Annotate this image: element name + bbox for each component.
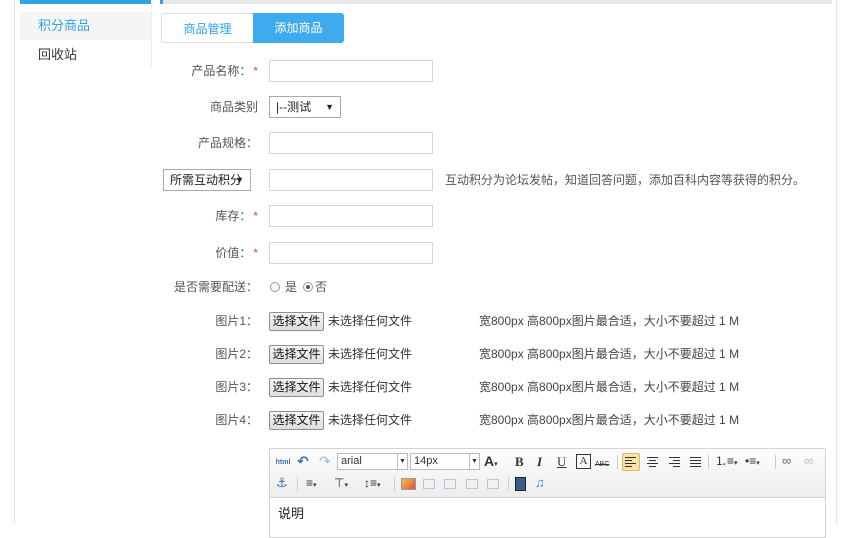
toolbar-separator [708,455,709,469]
strikethrough-icon[interactable]: ABC [595,457,609,473]
picture-4-status: 未选择任何文件 [328,413,413,427]
product-name-label: 产品名称： * [191,64,258,78]
music-icon[interactable]: ♫ [535,475,545,491]
unordered-list-icon[interactable]: •≡▾ [745,453,760,472]
picture-1-choose-button[interactable]: 选择文件 [269,312,324,331]
picture-3-label: 图片3： [215,380,258,394]
picture-4-label: 图片4： [215,413,258,427]
font-family-value: arial [341,455,362,467]
picture-3-choose-button[interactable]: 选择文件 [269,378,324,397]
toolbar-separator [617,455,618,469]
paragraph-spacing-icon[interactable]: ⊤▾ [334,475,348,494]
value-label: 价值： * [215,246,258,260]
sidebar: 积分商品 回收站 [20,0,152,68]
frame-right-border [836,0,837,524]
indent-icon[interactable]: ≡▾ [306,475,317,494]
image-float-right-icon[interactable] [466,479,478,489]
delivery-yes-radio[interactable] [270,282,280,292]
anchor-icon[interactable]: ⚓ [276,475,288,491]
frame-left-border [14,0,15,524]
font-size-value: 14px [414,455,438,467]
image-icon[interactable] [401,478,416,490]
editor-toolbar: html ↶ ↷ arial ▼ 14px ▼ A▾ B I U A ABC ⒈… [270,449,825,498]
rich-text-editor: html ↶ ↷ arial ▼ 14px ▼ A▾ B I U A ABC ⒈… [269,448,826,538]
toolbar-separator [775,455,776,469]
tab-add-product[interactable]: 添加商品 [253,13,344,43]
ordered-list-icon[interactable]: ⒈≡▾ [715,453,738,472]
picture-2-hint: 宽800px 高800px图片最合适，大小不要超过 1 M [479,347,740,361]
line-height-icon[interactable]: ↕≡▾ [364,475,381,494]
bold-icon[interactable]: B [515,454,524,470]
picture-4-choose-button[interactable]: 选择文件 [269,411,324,430]
delivery-label: 是否需要配送： [173,280,258,294]
required-mark: * [253,209,258,223]
picture-1-label: 图片1： [215,314,258,328]
category-select-value: |--测试 [276,100,312,114]
picture-3-hint: 宽800px 高800px图片最合适，大小不要超过 1 M [479,380,740,394]
picture-2-label: 图片2： [215,347,258,361]
picture-2-choose-button[interactable]: 选择文件 [269,345,324,364]
picture-1-status: 未选择任何文件 [328,314,413,328]
video-icon[interactable] [515,477,526,491]
chevron-down-icon: ▼ [235,175,244,185]
italic-icon[interactable]: I [537,454,542,470]
font-size-select[interactable]: 14px ▼ [410,453,480,470]
html-source-icon[interactable]: html [275,455,291,471]
unlink-icon[interactable]: ∞ [804,453,813,469]
sidebar-item-points-products[interactable]: 积分商品 [20,12,151,40]
spec-input[interactable] [269,132,433,154]
points-type-select[interactable]: 所需互动积分 ▼ [163,169,251,191]
image-center-icon[interactable] [487,479,499,489]
align-right-icon[interactable] [669,457,680,471]
undo-icon[interactable]: ↶ [297,453,309,469]
picture-4-hint: 宽800px 高800px图片最合适，大小不要超过 1 M [479,413,740,427]
picture-1-hint: 宽800px 高800px图片最合适，大小不要超过 1 M [479,314,740,328]
delivery-no-label: 否 [315,280,328,294]
picture-2-status: 未选择任何文件 [328,347,413,361]
tab-product-management[interactable]: 商品管理 [161,13,253,43]
underline-icon[interactable]: U [557,454,566,470]
stock-input[interactable] [269,205,433,227]
align-center-icon[interactable] [647,457,658,471]
font-size-adjust-icon[interactable]: A▾ [484,453,498,473]
image-float-none-icon[interactable] [423,479,435,489]
delivery-yes-label: 是 [285,280,298,294]
points-input[interactable] [269,169,433,191]
toolbar-separator [508,477,509,491]
picture-3-status: 未选择任何文件 [328,380,413,394]
chevron-down-icon: ▼ [397,454,407,469]
category-label: 商品类别 [209,100,258,114]
stock-label: 库存： * [215,209,258,223]
font-color-icon[interactable]: A [576,454,591,469]
sidebar-item-recycle-bin[interactable]: 回收站 [20,41,151,69]
main-header-bar [160,0,832,4]
points-type-value: 所需互动积分 [170,173,243,187]
align-justify-icon[interactable] [690,457,701,471]
chevron-down-icon: ▼ [469,454,479,469]
delivery-no-radio[interactable] [303,282,313,292]
chevron-down-icon: ▼ [325,102,334,112]
image-float-left-icon[interactable] [444,479,456,489]
points-hint: 互动积分为论坛发帖，知道回答问题，添加百科内容等获得的积分。 [445,173,806,187]
sidebar-accent-bar [20,0,151,4]
value-input[interactable] [269,242,433,264]
toolbar-separator [394,477,395,491]
redo-icon[interactable]: ↷ [319,453,331,469]
required-mark: * [253,64,258,78]
product-name-input[interactable] [269,60,433,82]
required-mark: * [253,246,258,260]
editor-content[interactable]: 说明 [278,503,304,522]
spec-label: 产品规格： [197,136,258,150]
toolbar-separator [297,477,298,491]
link-icon[interactable]: ∞ [782,453,791,469]
font-family-select[interactable]: arial ▼ [337,453,408,470]
category-select[interactable]: |--测试 ▼ [269,96,341,118]
main-header-accent [160,0,163,4]
align-left-icon[interactable] [625,457,636,471]
